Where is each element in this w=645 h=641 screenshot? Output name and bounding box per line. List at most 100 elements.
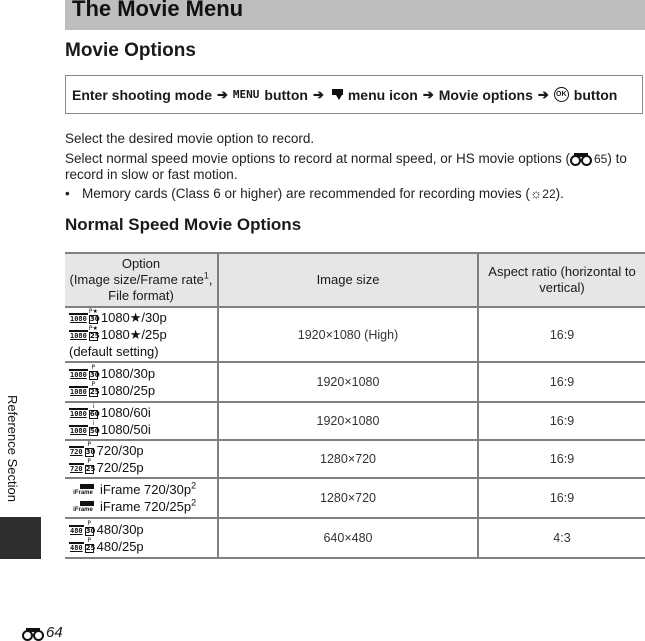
movie-camera-icon <box>329 89 343 100</box>
menu-button-icon: MENU <box>232 88 260 101</box>
option-item: iFrame iFrame 720/30p2 <box>69 481 213 498</box>
path-step-ok-button: button <box>573 86 618 103</box>
reference-page-link[interactable]: 65 <box>594 152 607 166</box>
table-row: 1080P★ 30 1080★/30p 1080P★ 25 1080★/25p (defau… <box>65 306 645 363</box>
option-item: 1080P★ 30 1080★/30p <box>69 309 213 326</box>
path-step-movie-options: Movie options <box>438 86 533 103</box>
tip-page-link[interactable]: 22 <box>542 187 555 201</box>
path-step-menu-icon: menu icon <box>347 86 418 103</box>
option-cell: 720P 30 720/30p 720P 25 720/25p <box>65 439 219 479</box>
aspect-ratio-cell: 16:9 <box>477 477 645 519</box>
aspect-ratio-cell: 4:3 <box>477 517 645 559</box>
frame-rate-icon: P 30 <box>84 520 96 536</box>
ok-button-icon: OK <box>553 87 569 102</box>
resolution-icon: 1080 <box>69 369 88 379</box>
option-item: 1080P 25 1080/25p <box>69 382 213 399</box>
option-label: 720/30p <box>96 443 144 458</box>
footnote-marker: 2 <box>191 480 197 491</box>
reference-icon <box>22 627 44 641</box>
resolution-icon: 720 <box>69 446 84 456</box>
footnote-marker: 2 <box>191 497 197 508</box>
table-row: iFrame iFrame 720/30p2 iFrame iFrame 720/25… <box>65 477 645 519</box>
option-cell: iFrame iFrame 720/30p2 iFrame iFrame 720/25… <box>65 477 219 519</box>
resolution-icon: 1080 <box>69 425 88 435</box>
resolution-icon: 480 <box>69 542 84 552</box>
speed-paragraph-text: Select normal speed movie options to rec… <box>65 151 570 166</box>
aspect-ratio-cell: 16:9 <box>477 306 645 363</box>
bullet-icon: • <box>65 186 70 201</box>
navigation-path-box: Enter shooting mode ➔ MENU button ➔ menu… <box>65 75 643 114</box>
side-section-label: Reference Section <box>5 395 20 502</box>
aspect-ratio-cell: 16:9 <box>477 439 645 479</box>
aspect-ratio-cell: 16:9 <box>477 401 645 441</box>
option-label: 480/25p <box>96 539 144 554</box>
table-header-row: Option (Image size/Frame rate1, File for… <box>65 252 645 308</box>
section-title: The Movie Menu <box>72 0 244 21</box>
arrow-icon: ➔ <box>312 86 324 102</box>
image-size-cell: 1920×1080 <box>217 361 479 403</box>
header-aspect-ratio: Aspect ratio (horizontal to vertical) <box>477 252 645 308</box>
option-cell: 1080i 60 1080/60i 1080i 50 1080/50i <box>65 401 219 441</box>
frame-rate-icon: P★ 30 <box>88 308 100 324</box>
arrow-icon: ➔ <box>217 86 228 102</box>
option-label: 1080/30p <box>100 366 156 381</box>
option-item: iFrame iFrame 720/25p2 <box>69 498 213 515</box>
resolution-icon: 1080 <box>69 386 88 396</box>
option-label: 1080/25p <box>100 383 156 398</box>
frame-rate-icon: i 60 <box>88 403 100 419</box>
header-option-line2: (Image size/Frame rate <box>69 272 204 287</box>
option-label: 1080★/25p <box>100 327 167 342</box>
bullet-text: Memory cards (Class 6 or higher) are rec… <box>82 186 530 201</box>
page-number: 64 <box>22 624 63 641</box>
resolution-icon: 480 <box>69 525 84 535</box>
option-cell: 1080P 30 1080/30p 1080P 25 1080/25p <box>65 361 219 403</box>
frame-rate-icon: P 25 <box>88 381 100 397</box>
arrow-icon: ➔ <box>537 86 549 102</box>
subheading: Normal Speed Movie Options <box>65 215 302 234</box>
image-size-cell: 1920×1080 (High) <box>217 306 479 363</box>
resolution-icon: 1080 <box>69 313 88 323</box>
option-item: 480P 25 480/25p <box>69 538 213 555</box>
image-size-cell: 640×480 <box>217 517 479 559</box>
option-label: iFrame 720/25p <box>100 499 192 514</box>
option-label: 1080★/30p <box>100 310 167 325</box>
bullet-text-end: ). <box>555 186 564 201</box>
frame-rate-icon: P★ 25 <box>88 325 100 341</box>
option-item: 1080i 60 1080/60i <box>69 404 213 421</box>
aspect-ratio-cell: 16:9 <box>477 361 645 403</box>
movie-options-table: Option (Image size/Frame rate1, File for… <box>65 252 645 559</box>
intro-paragraph: Select the desired movie option to recor… <box>65 131 315 146</box>
image-size-cell: 1280×720 <box>217 477 479 519</box>
table-row: 480P 30 480/30p 480P 25 480/25p 640×480 4:3 <box>65 517 645 559</box>
option-cell: 1080P★ 30 1080★/30p 1080P★ 25 1080★/25p (defau… <box>65 306 219 363</box>
speed-paragraph: Select normal speed movie options to rec… <box>65 151 640 183</box>
option-item: 720P 25 720/25p <box>69 459 213 476</box>
option-label: iFrame 720/30p <box>100 482 192 497</box>
page-number-text: 64 <box>46 624 63 641</box>
section-tab-marker <box>0 517 41 559</box>
frame-rate-icon: P 25 <box>84 537 96 553</box>
image-size-cell: 1280×720 <box>217 439 479 479</box>
option-label: 1080/60i <box>100 405 151 420</box>
frame-rate-icon: P 30 <box>88 364 100 380</box>
path-step-button: button <box>264 86 308 103</box>
option-label: 720/25p <box>96 460 144 475</box>
default-setting-note: (default setting) <box>69 344 159 359</box>
option-item: 720P 30 720/30p <box>69 442 213 459</box>
path-step-shooting-mode: Enter shooting mode <box>72 86 212 103</box>
resolution-icon: 1080 <box>69 330 88 340</box>
header-option: Option (Image size/Frame rate1, File for… <box>65 252 219 308</box>
option-label: 480/30p <box>96 522 144 537</box>
tip-icon: ☼ <box>529 186 543 201</box>
arrow-icon: ➔ <box>422 86 434 102</box>
frame-rate-icon: P 25 <box>84 458 96 474</box>
iframe-icon: iFrame <box>69 501 97 513</box>
option-cell: 480P 30 480/30p 480P 25 480/25p <box>65 517 219 559</box>
memory-card-bullet: • Memory cards (Class 6 or higher) are re… <box>65 186 564 202</box>
table-row: 720P 30 720/30p 720P 25 720/25p 1280×720 16:9 <box>65 439 645 479</box>
option-item: 1080i 50 1080/50i <box>69 421 213 438</box>
frame-rate-icon: P 30 <box>84 441 96 457</box>
resolution-icon: 720 <box>69 463 84 473</box>
header-option-line1: Option <box>121 256 161 271</box>
option-item: 1080P 30 1080/30p <box>69 365 213 382</box>
